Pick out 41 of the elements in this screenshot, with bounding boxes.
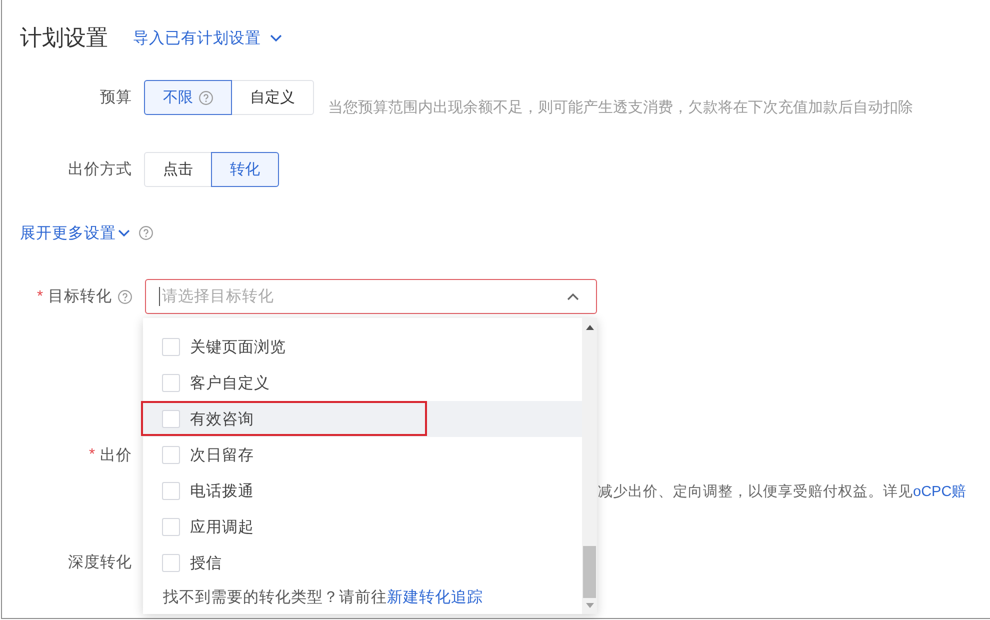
- page-title: 计划设置: [20, 24, 108, 52]
- option-button[interactable]: 转化: [211, 152, 279, 187]
- more-settings-link[interactable]: 展开更多设置: [20, 222, 130, 244]
- checkbox[interactable]: [162, 446, 180, 464]
- scroll-up-arrow-icon[interactable]: [586, 325, 594, 330]
- required-mark: *: [88, 446, 95, 464]
- dropdown-footer-text: 找不到需要的转化类型？请前往新建转化追踪: [162, 586, 484, 610]
- dropdown-option[interactable]: 有效咨询: [143, 401, 582, 437]
- option-button[interactable]: 自定义: [231, 80, 314, 115]
- help-icon[interactable]: [118, 290, 132, 304]
- checkbox[interactable]: [162, 338, 180, 356]
- dropdown-option[interactable]: 电话拨通: [143, 473, 582, 509]
- help-icon[interactable]: [199, 90, 213, 104]
- dropdown-option[interactable]: 客户自定义: [143, 365, 582, 401]
- checkbox[interactable]: [162, 374, 180, 392]
- checkbox[interactable]: [162, 518, 180, 536]
- dropdown-option[interactable]: 关键页面浏览: [143, 329, 582, 365]
- create-tracking-link[interactable]: 新建转化追踪: [387, 586, 483, 608]
- required-mark: *: [36, 288, 43, 306]
- details-link[interactable]: oCPC赔: [913, 484, 967, 500]
- import-settings-link[interactable]: 导入已有计划设置: [133, 28, 282, 48]
- dropdown-option[interactable]: 次日留存: [143, 437, 582, 473]
- field-label: 目标转化: [48, 287, 112, 307]
- checkbox[interactable]: [162, 482, 180, 500]
- bid-note-text: 减少出价、定向调整，以便享受赔付权益。详见oCPC赔: [598, 482, 967, 502]
- option-button[interactable]: 点击: [144, 152, 212, 187]
- checkbox[interactable]: [162, 554, 180, 572]
- scrollbar-thumb[interactable]: [583, 546, 596, 598]
- option-button[interactable]: 不限: [144, 80, 232, 115]
- hint-text: 当您预算范围内出现余额不足，则可能产生透支消费，欠款将在下次充值加款后自动扣除: [328, 98, 913, 118]
- field-label: 出价: [100, 446, 132, 466]
- field-label: 深度转化: [68, 552, 132, 572]
- field-label: 出价方式: [68, 160, 132, 180]
- checkbox[interactable]: [162, 410, 180, 428]
- select-field[interactable]: 请选择目标转化: [145, 279, 597, 314]
- field-label: 预算: [100, 88, 132, 108]
- help-icon[interactable]: [139, 226, 153, 240]
- scrollbar[interactable]: [582, 318, 597, 614]
- dropdown-option[interactable]: 应用调起: [143, 509, 582, 545]
- scroll-down-arrow-icon[interactable]: [586, 603, 594, 608]
- dropdown-option[interactable]: 授信: [143, 545, 582, 581]
